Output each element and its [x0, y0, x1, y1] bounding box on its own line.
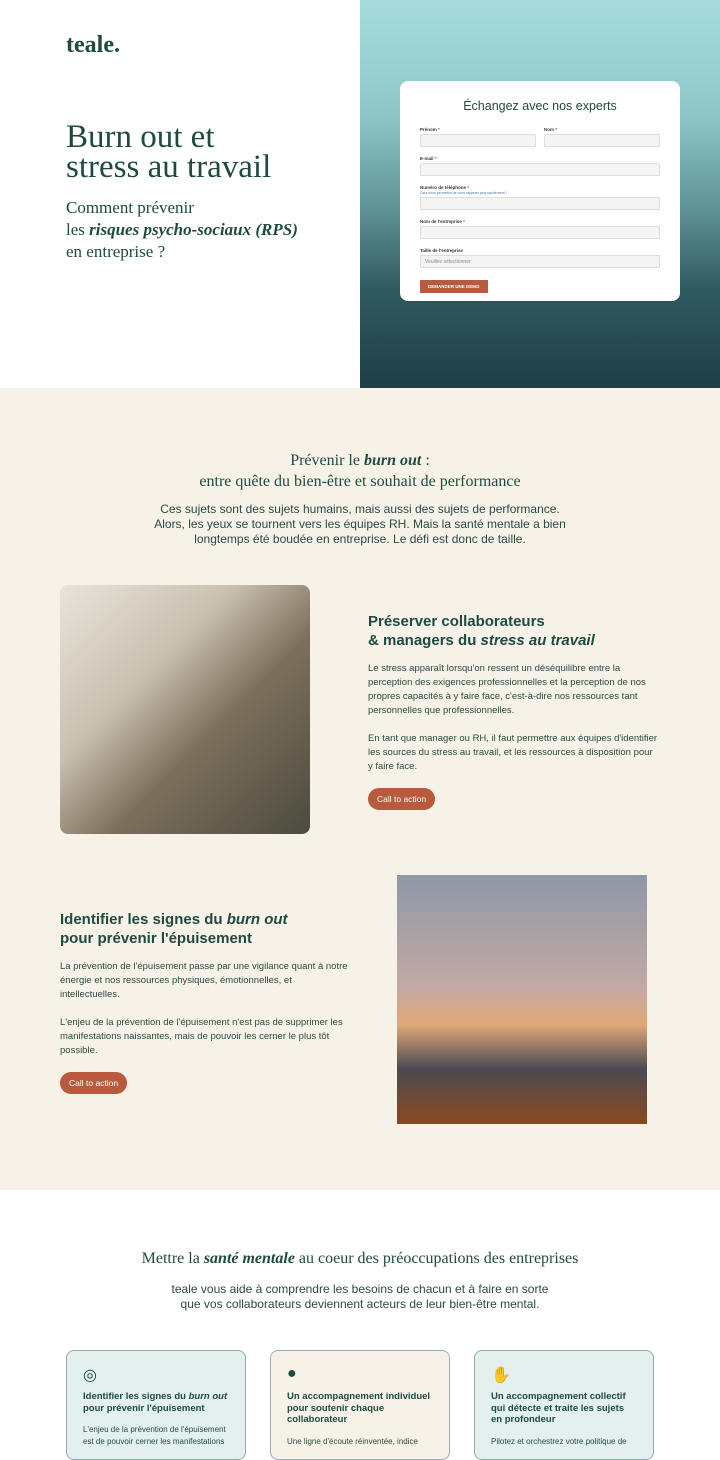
lastname-input[interactable] [544, 134, 660, 147]
team-meeting-image [60, 585, 310, 834]
handshake-icon: ✋ [491, 1367, 511, 1384]
logo[interactable]: teale. [66, 32, 120, 59]
feature-card[interactable]: ✋ Un accompagnement collectif qui détect… [474, 1350, 654, 1460]
company-input[interactable] [420, 226, 660, 239]
cta-button[interactable]: Call to action [368, 788, 436, 810]
section-title: Mettre la santé mentale au coeur des pré… [141, 1250, 579, 1267]
hero: teale. Burn out et stress au travail Comm… [0, 0, 720, 388]
burnout-block: Identifier les signes du burn out pour pr… [60, 910, 350, 1094]
user-icon: ● [287, 1365, 297, 1382]
mountain-sunset-image [397, 875, 647, 1124]
email-input[interactable] [420, 163, 660, 176]
section-intro: teale vous aide à comprendre les besoins… [171, 1282, 549, 1311]
target-icon: ◎ [83, 1367, 97, 1384]
company-size-select[interactable]: Veuillez sélectionner [420, 255, 660, 268]
cta-button[interactable]: Call to action [60, 1072, 128, 1094]
section-title: Prévenir le burn out : entre quête du bie… [199, 452, 521, 490]
stress-block: Préserver collaborateurs & managers du st… [368, 612, 658, 810]
page-title: Burn out et stress au travail [66, 119, 272, 185]
demo-button[interactable]: DEMANDER UNE DÉMO [420, 280, 488, 293]
hero-subtitle: Comment prévenir les risques psycho-socia… [66, 198, 298, 261]
feature-card[interactable]: ◎ Identifier les signes du burn out pour… [66, 1350, 246, 1460]
feature-card[interactable]: ● Un accompagnement individuel pour sout… [270, 1350, 450, 1460]
firstname-input[interactable] [420, 134, 536, 147]
phone-hint: Cela nous permettra de vous rappeler plu… [420, 191, 507, 195]
section-intro: Ces sujets sont des sujets humains, mais… [154, 502, 566, 546]
phone-input[interactable] [420, 197, 660, 210]
demo-form: Échangez avec nos experts Prénom * Nom *… [400, 81, 680, 301]
form-title: Échangez avec nos experts [463, 99, 617, 113]
